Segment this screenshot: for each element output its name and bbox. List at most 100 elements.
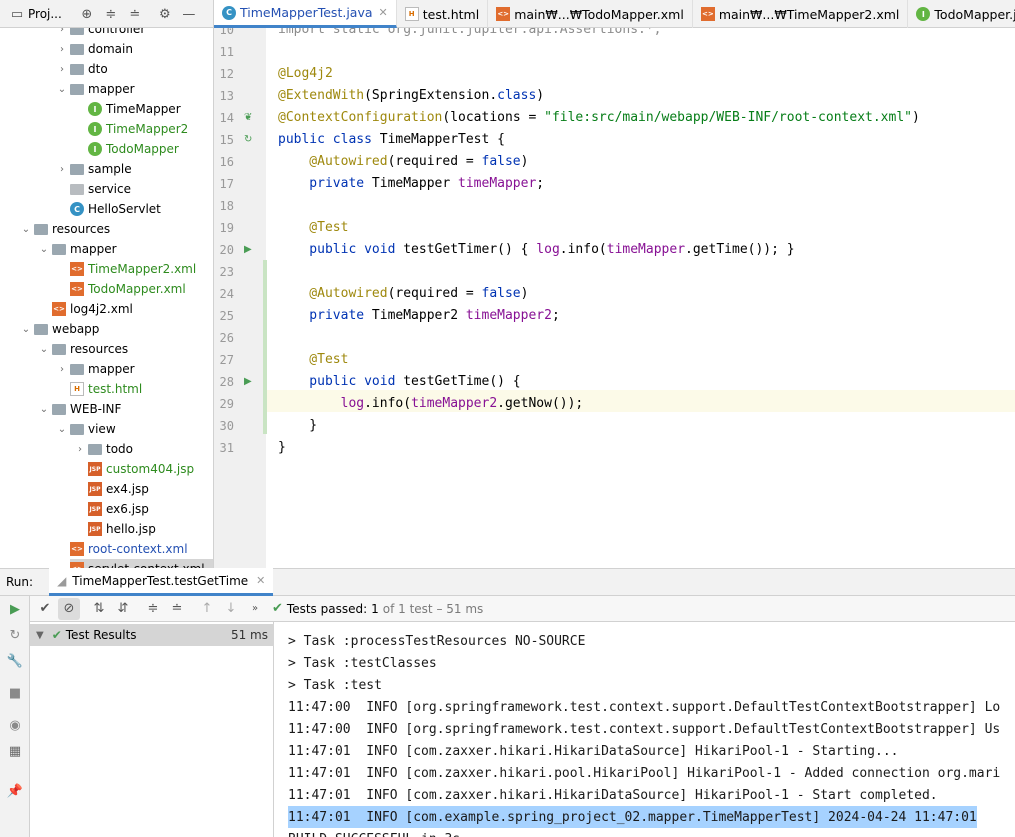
rerun-failed-icon[interactable]: ↻ xyxy=(6,626,24,644)
layout-icon[interactable]: ▦ xyxy=(6,742,24,760)
run-test-icon[interactable]: ▶ xyxy=(244,244,252,255)
chevron-down-icon[interactable]: ⌄ xyxy=(38,244,50,255)
close-icon[interactable]: ✕ xyxy=(256,574,265,587)
tree-item-sample[interactable]: › sample xyxy=(56,159,132,179)
pin-icon[interactable]: 📌 xyxy=(6,782,24,800)
test-results-row[interactable]: ▼ ✔ Test Results 51 ms xyxy=(30,624,274,646)
code-line[interactable]: import static org.junit.jupiter.api.Asse… xyxy=(278,28,662,37)
tree-item-todomapper[interactable]: I TodoMapper xyxy=(74,139,179,159)
tree-item-mapper[interactable]: ⌄ mapper xyxy=(56,79,135,99)
code-line[interactable]: @Autowired(required = false) xyxy=(278,286,528,301)
tree-item-domain[interactable]: › domain xyxy=(56,39,133,59)
tree-item-todo[interactable]: › todo xyxy=(74,439,133,459)
tree-item-todomapper-xml[interactable]: <> TodoMapper.xml xyxy=(56,279,186,299)
expand-all-icon[interactable]: ≑ xyxy=(104,7,118,22)
tree-item-view[interactable]: ⌄ view xyxy=(56,419,116,439)
tree-item-webapp[interactable]: ⌄ webapp xyxy=(20,319,100,339)
code-line[interactable]: private TimeMapper2 timeMapper2; xyxy=(278,308,559,323)
chevron-right-icon[interactable]: › xyxy=(56,28,68,35)
chevron-down-icon[interactable]: ⌄ xyxy=(20,324,32,335)
more-icon[interactable]: » xyxy=(244,598,266,620)
tree-item-hello-jsp[interactable]: JSP hello.jsp xyxy=(74,519,156,539)
code-line[interactable]: } xyxy=(278,440,286,455)
tab-test-html[interactable]: Htest.html xyxy=(397,0,489,28)
tree-item-servlet-context-xml[interactable]: <>servlet-context.xml xyxy=(70,559,213,568)
tree-item-helloservlet[interactable]: C HelloServlet xyxy=(56,199,161,219)
chevron-down-icon[interactable]: ⌄ xyxy=(38,344,50,355)
tab-todomapper-java[interactable]: ITodoMapper.java xyxy=(908,0,1015,28)
locate-icon[interactable]: ⊕ xyxy=(80,7,94,22)
previous-test-icon[interactable]: ↑ xyxy=(196,598,218,620)
tree-item-mapper[interactable]: ⌄ mapper xyxy=(38,239,117,259)
code-line[interactable]: private TimeMapper timeMapper; xyxy=(278,176,544,191)
project-window-icon[interactable]: ▭ xyxy=(10,7,24,22)
next-test-icon[interactable]: ↓ xyxy=(220,598,242,620)
tree-item-dto[interactable]: › dto xyxy=(56,59,108,79)
spring-bean-icon[interactable]: ❦ xyxy=(244,112,252,123)
code-line[interactable]: log.info(timeMapper2.getNow()); xyxy=(278,396,584,411)
collapse-all-icon[interactable]: ≐ xyxy=(128,7,142,22)
stop-icon[interactable]: ■ xyxy=(6,684,24,702)
sort-alpha-icon[interactable]: ⇅ xyxy=(88,598,110,620)
close-icon[interactable]: ✕ xyxy=(379,6,388,19)
code-line[interactable]: public void testGetTime() { xyxy=(278,374,521,389)
code-line[interactable]: public class TimeMapperTest { xyxy=(278,132,505,147)
tab-main-timemapper2-xml[interactable]: <> main₩...₩TimeMapper2.xml xyxy=(693,0,909,28)
sort-duration-icon[interactable]: ⇵ xyxy=(112,598,134,620)
jsp-icon: JSP xyxy=(88,522,102,536)
code-editor[interactable]: 10 11 12 13 14 15 16 17 18 19 20 23 24 25 26 27 28 29 30 31… xyxy=(214,28,1015,568)
tree-item-root-context-xml[interactable]: <> root-context.xml xyxy=(56,539,188,559)
chevron-down-icon[interactable]: ⌄ xyxy=(56,424,68,435)
tree-item-timemapper[interactable]: I TimeMapper xyxy=(74,99,181,119)
chevron-down-icon[interactable]: ⌄ xyxy=(20,224,32,235)
code-line[interactable]: } xyxy=(278,418,317,433)
tree-item-timemapper2-xml[interactable]: <> TimeMapper2.xml xyxy=(56,259,196,279)
code-token: ) xyxy=(520,154,529,169)
gear-icon[interactable]: ⚙ xyxy=(158,7,172,22)
show-passed-icon[interactable]: ✔ xyxy=(34,598,56,620)
tree-item-mapper[interactable]: › mapper xyxy=(56,359,135,379)
project-tool-label[interactable]: Proj... xyxy=(28,7,62,21)
tree-item-log4j2-xml[interactable]: <> log4j2.xml xyxy=(38,299,133,319)
chevron-down-icon[interactable]: ⌄ xyxy=(38,404,50,415)
hide-icon[interactable]: — xyxy=(182,7,196,22)
tab-timemappertest-java[interactable]: C TimeMapperTest.java ✕ xyxy=(214,0,397,28)
chevron-down-icon[interactable]: ⌄ xyxy=(56,84,68,95)
chevron-right-icon[interactable]: › xyxy=(74,444,86,455)
code-line[interactable]: @Test xyxy=(278,352,348,367)
chevron-right-icon[interactable]: › xyxy=(56,164,68,175)
code-line[interactable]: @ContextConfiguration(locations = "file:… xyxy=(278,110,920,125)
tree-item-timemapper2[interactable]: I TimeMapper2 xyxy=(74,119,188,139)
collapse-all-icon[interactable]: ≐ xyxy=(166,598,188,620)
tree-item-ex6-jsp[interactable]: JSP ex6.jsp xyxy=(74,499,149,519)
code-line[interactable]: @Test xyxy=(278,220,348,235)
chevron-down-icon[interactable]: ▼ xyxy=(36,630,44,641)
code-token: testGetTime() { xyxy=(403,374,521,389)
tree-item-resources[interactable]: ⌄ resources xyxy=(20,219,110,239)
run-test-icon[interactable]: ▶ xyxy=(244,376,252,387)
chevron-right-icon[interactable]: › xyxy=(56,44,68,55)
code-line[interactable]: @Autowired(required = false) xyxy=(278,154,528,169)
rerun-icon[interactable]: ▶ xyxy=(6,600,24,618)
tree-item-web-inf[interactable]: ⌄ WEB-INF xyxy=(38,399,122,419)
console-output[interactable]: > Task :processTestResources NO-SOURCE > … xyxy=(274,622,1015,837)
eye-icon[interactable]: ◉ xyxy=(6,716,24,734)
code-line[interactable]: public void testGetTimer() { log.info(ti… xyxy=(278,242,794,257)
chevron-right-icon[interactable]: › xyxy=(56,64,68,75)
run-class-icon[interactable]: ↻ xyxy=(244,134,252,145)
tab-main-todomapper-xml[interactable]: <> main₩...₩TodoMapper.xml xyxy=(488,0,693,28)
chevron-right-icon[interactable]: › xyxy=(56,364,68,375)
expand-all-icon[interactable]: ≑ xyxy=(142,598,164,620)
code-line[interactable]: @ExtendWith(SpringExtension.class) xyxy=(278,88,544,103)
tree-item-resources[interactable]: ⌄ resources xyxy=(38,339,128,359)
code-line[interactable]: @Log4j2 xyxy=(278,66,333,81)
tree-item-ex4-jsp[interactable]: JSP ex4.jsp xyxy=(74,479,149,499)
tree-item-custom404-jsp[interactable]: JSP custom404.jsp xyxy=(74,459,194,479)
tree-item-test-html[interactable]: Htest.html xyxy=(56,379,142,399)
show-ignored-icon[interactable]: ⊘ xyxy=(58,597,80,620)
tree-item-service[interactable]: service xyxy=(56,179,131,199)
wrench-icon[interactable]: 🔧 xyxy=(6,652,24,670)
run-tab[interactable]: ◢ TimeMapperTest.testGetTime ✕ xyxy=(49,568,274,596)
tree-item-label: root-context.xml xyxy=(88,542,188,556)
tree-item-controller[interactable]: › controller xyxy=(56,28,145,39)
